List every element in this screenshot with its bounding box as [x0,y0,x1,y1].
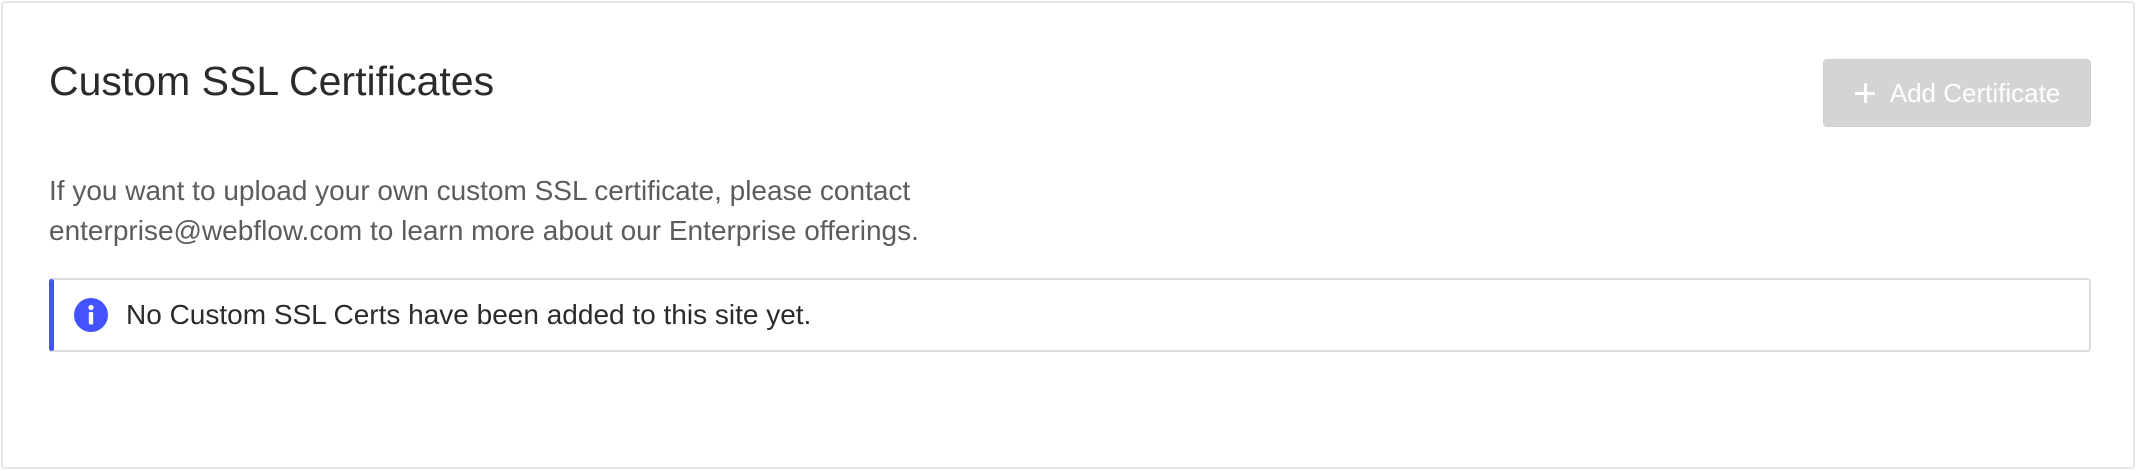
ssl-certificates-panel: Custom SSL Certificates Add Certificate … [1,1,2135,469]
add-certificate-button[interactable]: Add Certificate [1823,59,2091,127]
notice-message: No Custom SSL Certs have been added to t… [126,299,812,330]
info-icon [74,298,108,332]
add-certificate-label: Add Certificate [1889,77,2061,108]
description-text: If you want to upload your own custom SS… [49,171,1049,251]
section-title: Custom SSL Certificates [49,58,495,104]
description-line-1: If you want to upload your own custom SS… [49,175,911,206]
description-line-2: enterprise@webflow.com to learn more abo… [49,215,919,246]
plus-icon [1854,82,1876,104]
empty-state-notice: No Custom SSL Certs have been added to t… [49,278,2091,352]
